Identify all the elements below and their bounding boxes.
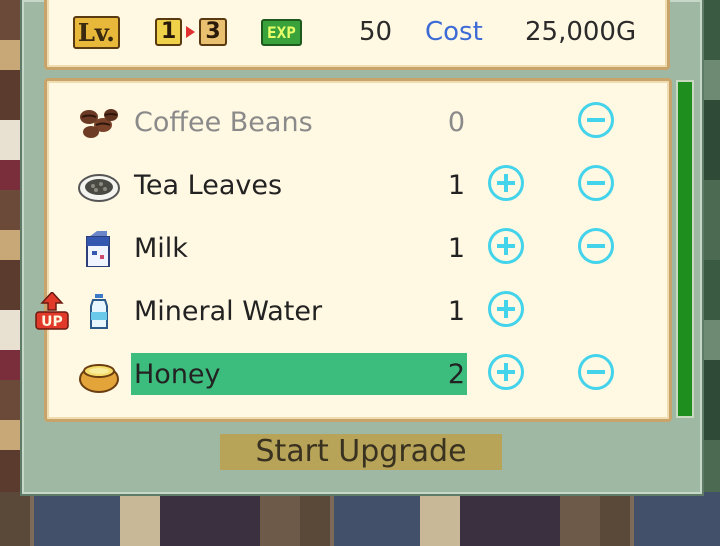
honey-pot-icon xyxy=(79,364,119,393)
ingredient-list: Coffee Beans 0 Tea Leaves 1 Milk 1 UP Mi… xyxy=(35,78,672,422)
item-name: Mineral Water xyxy=(134,296,323,327)
item-name: Milk xyxy=(134,233,188,264)
water-bottle-icon xyxy=(90,294,108,329)
item-name: Coffee Beans xyxy=(134,107,313,138)
item-count: 1 xyxy=(447,170,465,201)
milk-carton-icon xyxy=(86,231,110,267)
level-from: 1 xyxy=(155,18,183,46)
level-change: 1 3 xyxy=(155,15,227,49)
decrease-button[interactable] xyxy=(578,102,614,138)
cost-value: 25,000G xyxy=(525,17,637,47)
background-scenery-bottom xyxy=(0,492,720,546)
upgrade-header: Lv. 1 3 EXP 50 Cost 25,000G xyxy=(44,0,670,70)
item-name: Tea Leaves xyxy=(134,170,283,201)
decrease-button[interactable] xyxy=(578,228,614,264)
exp-label: EXP xyxy=(261,15,302,49)
upgrade-up-icon: UP xyxy=(35,292,69,330)
start-upgrade-button[interactable]: Start Upgrade xyxy=(220,434,502,470)
svg-text:UP: UP xyxy=(41,314,63,330)
list-item: UP Mineral Water 1 xyxy=(35,290,669,334)
exp-value: 50 xyxy=(359,17,393,47)
level-label: Lv. xyxy=(73,15,120,49)
list-item: Coffee Beans 0 xyxy=(47,101,669,145)
increase-button[interactable] xyxy=(488,354,524,390)
item-count: 1 xyxy=(447,296,465,327)
list-item: Milk 1 xyxy=(47,227,669,271)
arrow-right-icon xyxy=(186,26,196,38)
cost-label: Cost xyxy=(425,17,483,47)
list-item: Tea Leaves 1 xyxy=(47,164,669,208)
increase-button[interactable] xyxy=(488,165,524,201)
coffee-beans-icon xyxy=(80,109,118,138)
item-count: 0 xyxy=(447,107,465,138)
increase-button[interactable] xyxy=(488,228,524,264)
decrease-button[interactable] xyxy=(578,165,614,201)
item-name: Honey xyxy=(134,359,221,390)
background-scenery-left xyxy=(0,0,22,546)
tea-leaves-icon xyxy=(78,174,120,202)
item-count: 1 xyxy=(447,233,465,264)
list-scrollbar[interactable] xyxy=(676,80,694,418)
item-count: 2 xyxy=(447,359,465,390)
upgrade-panel: Lv. 1 3 EXP 50 Cost 25,000G Coffee Beans… xyxy=(20,0,704,496)
decrease-button[interactable] xyxy=(578,354,614,390)
increase-button[interactable] xyxy=(488,291,524,327)
level-to: 3 xyxy=(199,18,227,46)
list-item: Honey 2 xyxy=(47,353,669,397)
